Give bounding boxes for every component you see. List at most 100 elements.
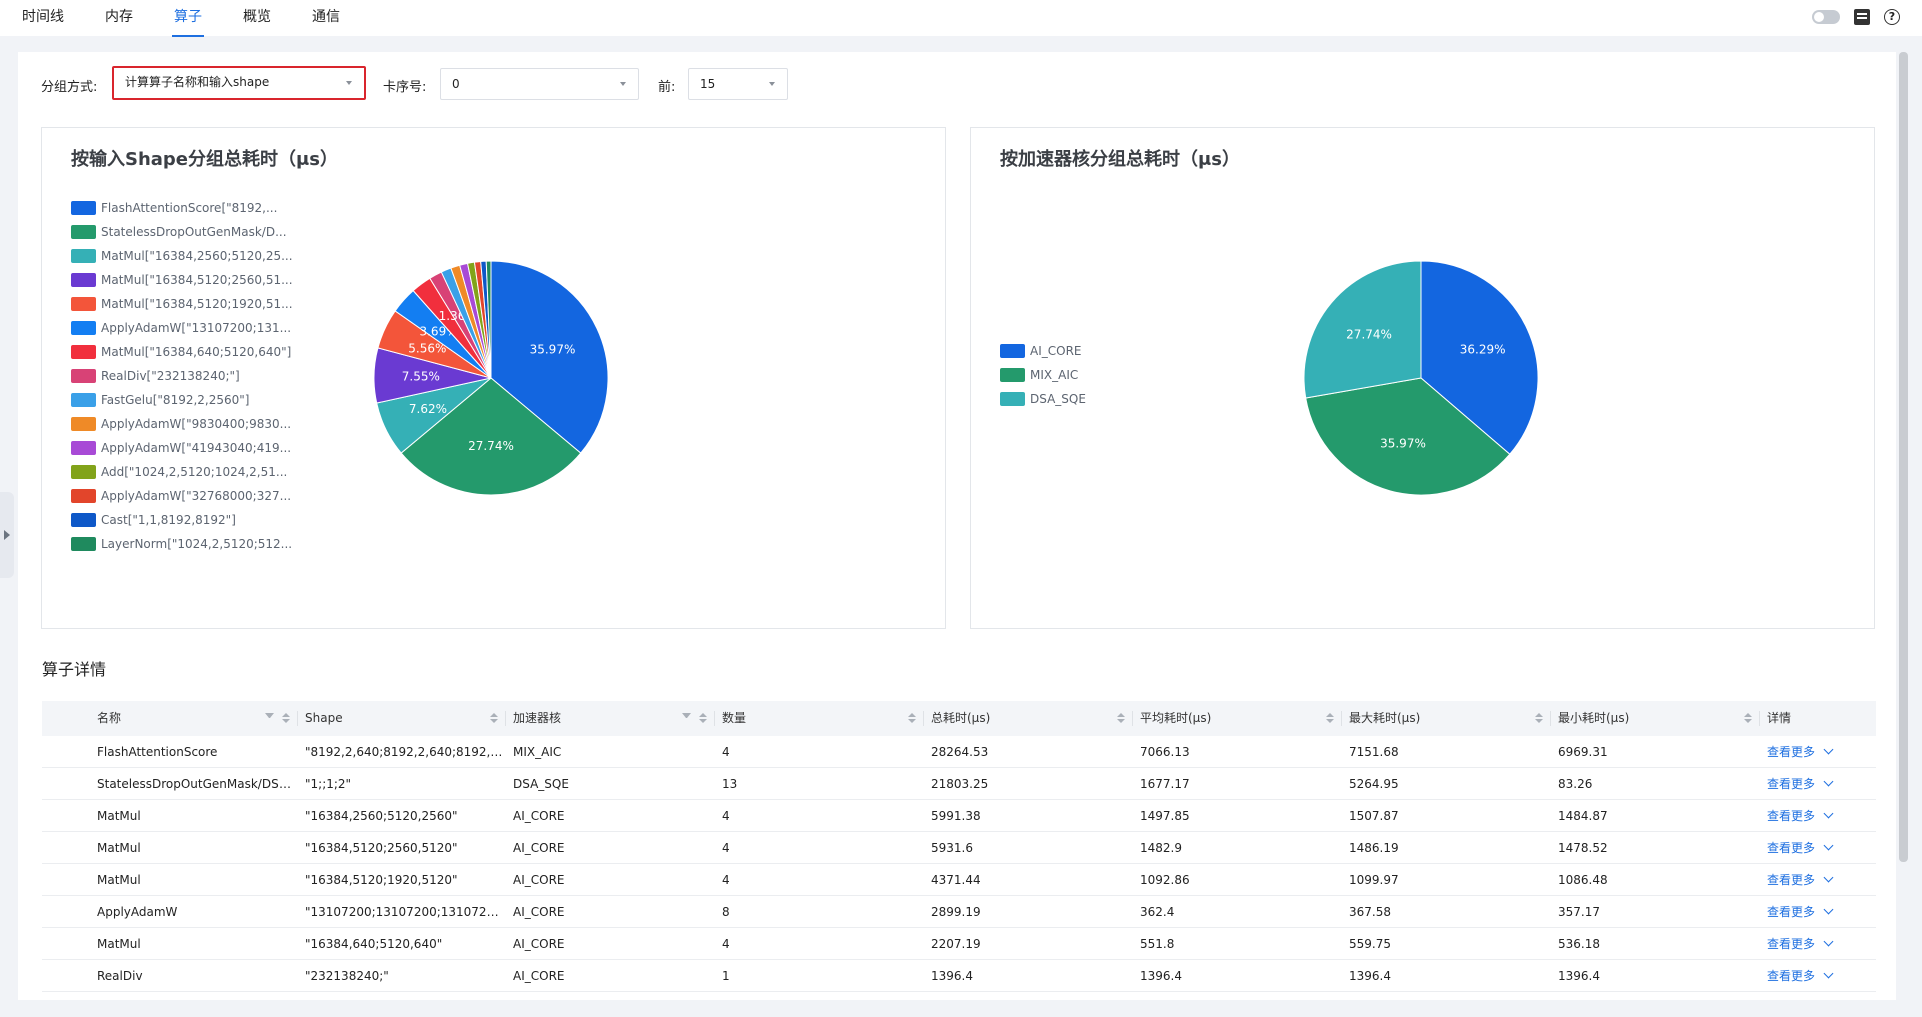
column-header-label: 最小耗时(μs) <box>1558 711 1630 725</box>
accelerator-pie-legend-item[interactable]: AI_CORE <box>1000 344 1082 358</box>
column-header-4[interactable]: 总耗时(μs) <box>924 701 1133 736</box>
column-header-2[interactable]: 加速器核 <box>506 701 715 736</box>
view-more-link[interactable]: 查看更多 <box>1760 800 1876 831</box>
shape-pie-legend-item[interactable]: MatMul["16384,640;5120,640"] <box>71 345 291 359</box>
chevron-down-icon <box>1823 936 1834 947</box>
table-cell-1: "13107200;13107200;13107200;... <box>305 905 506 919</box>
shape-pie-legend-item[interactable]: Add["1024,2,5120;1024,2,51... <box>71 465 287 479</box>
accelerator-pie-legend-item[interactable]: MIX_AIC <box>1000 368 1078 382</box>
table-cell-4: 5931.6 <box>931 841 973 855</box>
column-header-5[interactable]: 平均耗时(μs) <box>1133 701 1342 736</box>
view-more-link[interactable]: 查看更多 <box>1760 768 1876 799</box>
shape-pie-legend-label: LayerNorm["1024,2,5120;512... <box>101 537 293 551</box>
filter-icon[interactable] <box>265 713 274 723</box>
accelerator-pie-legend-label: AI_CORE <box>1030 344 1082 358</box>
filter-icon[interactable] <box>682 713 691 723</box>
column-header-6[interactable]: 最大耗时(μs) <box>1342 701 1551 736</box>
view-more-link[interactable]: 查看更多 <box>1760 832 1876 863</box>
group-by-label: 分组方式: <box>41 80 98 95</box>
column-header-7[interactable]: 最小耗时(μs) <box>1551 701 1760 736</box>
sidebar-expand-handle[interactable] <box>0 492 14 578</box>
shape-pie-legend-label: ApplyAdamW["32768000;327... <box>101 489 292 503</box>
table-cell-1: "1;;1;2" <box>305 777 352 791</box>
shape-pie-legend-item[interactable]: Cast["1,1,8192,8192"] <box>71 513 236 527</box>
card-id-select[interactable]: 0 <box>440 68 639 100</box>
shape-pie-legend-label: Cast["1,1,8192,8192"] <box>101 513 236 527</box>
sort-icon[interactable] <box>1744 713 1752 724</box>
sort-icon[interactable] <box>1117 713 1125 724</box>
view-more-link[interactable]: 查看更多 <box>1760 736 1876 767</box>
view-more-link[interactable]: 查看更多 <box>1760 928 1876 959</box>
table-cell-5: 362.4 <box>1140 905 1175 919</box>
view-more-link[interactable]: 查看更多 <box>1760 864 1876 895</box>
table-cell-3: 4 <box>722 873 730 887</box>
tab-memory[interactable]: 内存 <box>105 0 133 36</box>
table-cell-7: 536.18 <box>1558 937 1600 951</box>
table-row[interactable]: FlashAttentionScore "8192,2,640;8192,2,64… <box>42 736 1876 768</box>
table-cell-7: 6969.31 <box>1558 745 1608 759</box>
table-cell-2: MIX_AIC <box>513 745 562 759</box>
shape-pie-legend-item[interactable]: LayerNorm["1024,2,5120;512... <box>71 537 292 551</box>
shape-pie-legend-item[interactable]: MatMul["16384,5120;1920,51... <box>71 297 293 311</box>
table-row[interactable]: MatMul "16384,5120;1920,5120" AI_CORE 4 4371… <box>42 864 1876 896</box>
table-cell-0: StatelessDropOutGenMask/DSA... <box>97 777 298 791</box>
shape-pie-legend-label: FlashAttentionScore["8192,... <box>101 201 278 215</box>
sort-icon[interactable] <box>908 713 916 724</box>
shape-pie-legend-item[interactable]: MatMul["16384,2560;5120,25... <box>71 249 293 263</box>
sort-icon[interactable] <box>699 713 707 724</box>
column-header-8[interactable]: 详情 <box>1760 701 1876 736</box>
top-nav-bar: 时间线 内存 算子 概览 通信 ? <box>0 0 1922 37</box>
table-cell-7: 1478.52 <box>1558 841 1608 855</box>
shape-pie-legend-item[interactable]: FastGelu["8192,2,2560"] <box>71 393 249 407</box>
table-cell-4: 5991.38 <box>931 809 981 823</box>
view-more-link[interactable]: 查看更多 <box>1760 960 1876 991</box>
sort-icon[interactable] <box>282 713 290 724</box>
sort-icon[interactable] <box>490 713 498 724</box>
table-cell-1: "232138240;" <box>305 969 389 983</box>
table-row[interactable]: RealDiv "232138240;" AI_CORE 1 1396.4 1396.4 1… <box>42 960 1876 992</box>
table-cell-6: 559.75 <box>1349 937 1391 951</box>
theme-toggle[interactable] <box>1812 10 1840 24</box>
column-header-0[interactable]: 名称 <box>42 701 298 736</box>
shape-pie-legend-item[interactable]: ApplyAdamW["32768000;327... <box>71 489 291 503</box>
top-n-select[interactable]: 15 <box>688 68 788 100</box>
table-cell-2: AI_CORE <box>513 873 565 887</box>
tab-timeline[interactable]: 时间线 <box>22 0 64 36</box>
help-icon[interactable]: ? <box>1884 9 1900 25</box>
language-icon[interactable] <box>1854 9 1870 25</box>
sort-icon[interactable] <box>1326 713 1334 724</box>
table-row[interactable]: MatMul "16384,2560;5120,2560" AI_CORE 4 5991… <box>42 800 1876 832</box>
shape-pie-legend-item[interactable]: ApplyAdamW["41943040;419... <box>71 441 291 455</box>
tab-overview[interactable]: 概览 <box>243 0 271 36</box>
column-header-3[interactable]: 数量 <box>715 701 924 736</box>
tab-operator[interactable]: 算子 <box>172 0 204 37</box>
shape-pie-legend-item[interactable]: ApplyAdamW["13107200;131... <box>71 321 291 335</box>
view-more-link[interactable]: 查看更多 <box>1760 896 1876 927</box>
shape-pie-legend-label: Add["1024,2,5120;1024,2,51... <box>101 465 288 479</box>
group-by-select[interactable]: 计算算子名称和输入shape <box>112 66 366 100</box>
table-row[interactable]: MatMul "16384,640;5120,640" AI_CORE 4 2207.1… <box>42 928 1876 960</box>
column-header-1[interactable]: Shape <box>298 701 506 736</box>
table-cell-4: 28264.53 <box>931 745 989 759</box>
table-row[interactable]: StatelessDropOutGenMask/DSA... "1;;1;2" DS… <box>42 768 1876 800</box>
accelerator-pie-legend-item[interactable]: DSA_SQE <box>1000 392 1086 406</box>
table-cell-0: ApplyAdamW <box>97 905 178 919</box>
accelerator-pie-chart-card <box>970 127 1875 629</box>
accelerator-pie-legend-swatch <box>1000 344 1025 358</box>
view-more-label: 查看更多 <box>1767 904 1816 919</box>
table-cell-2: AI_CORE <box>513 809 565 823</box>
table-row[interactable]: ApplyAdamW "13107200;13107200;13107200;..… <box>42 896 1876 928</box>
shape-pie-legend-item[interactable]: RealDiv["232138240;"] <box>71 369 240 383</box>
shape-pie-legend-item[interactable]: FlashAttentionScore["8192,... <box>71 201 277 215</box>
column-header-label: 数量 <box>722 711 747 725</box>
shape-pie-legend-item[interactable]: StatelessDropOutGenMask/D... <box>71 225 287 239</box>
shape-pie-legend-item[interactable]: ApplyAdamW["9830400;9830... <box>71 417 291 431</box>
tab-communication[interactable]: 通信 <box>312 0 340 36</box>
table-cell-2: DSA_SQE <box>513 777 569 791</box>
sort-icon[interactable] <box>1535 713 1543 724</box>
vertical-scrollbar[interactable] <box>1899 52 1908 862</box>
table-row[interactable]: MatMul "16384,5120;2560,5120" AI_CORE 4 5931… <box>42 832 1876 864</box>
table-cell-4: 21803.25 <box>931 777 989 791</box>
shape-pie-legend-item[interactable]: MatMul["16384,5120;2560,51... <box>71 273 293 287</box>
shape-pie-legend-label: ApplyAdamW["13107200;131... <box>101 321 292 335</box>
